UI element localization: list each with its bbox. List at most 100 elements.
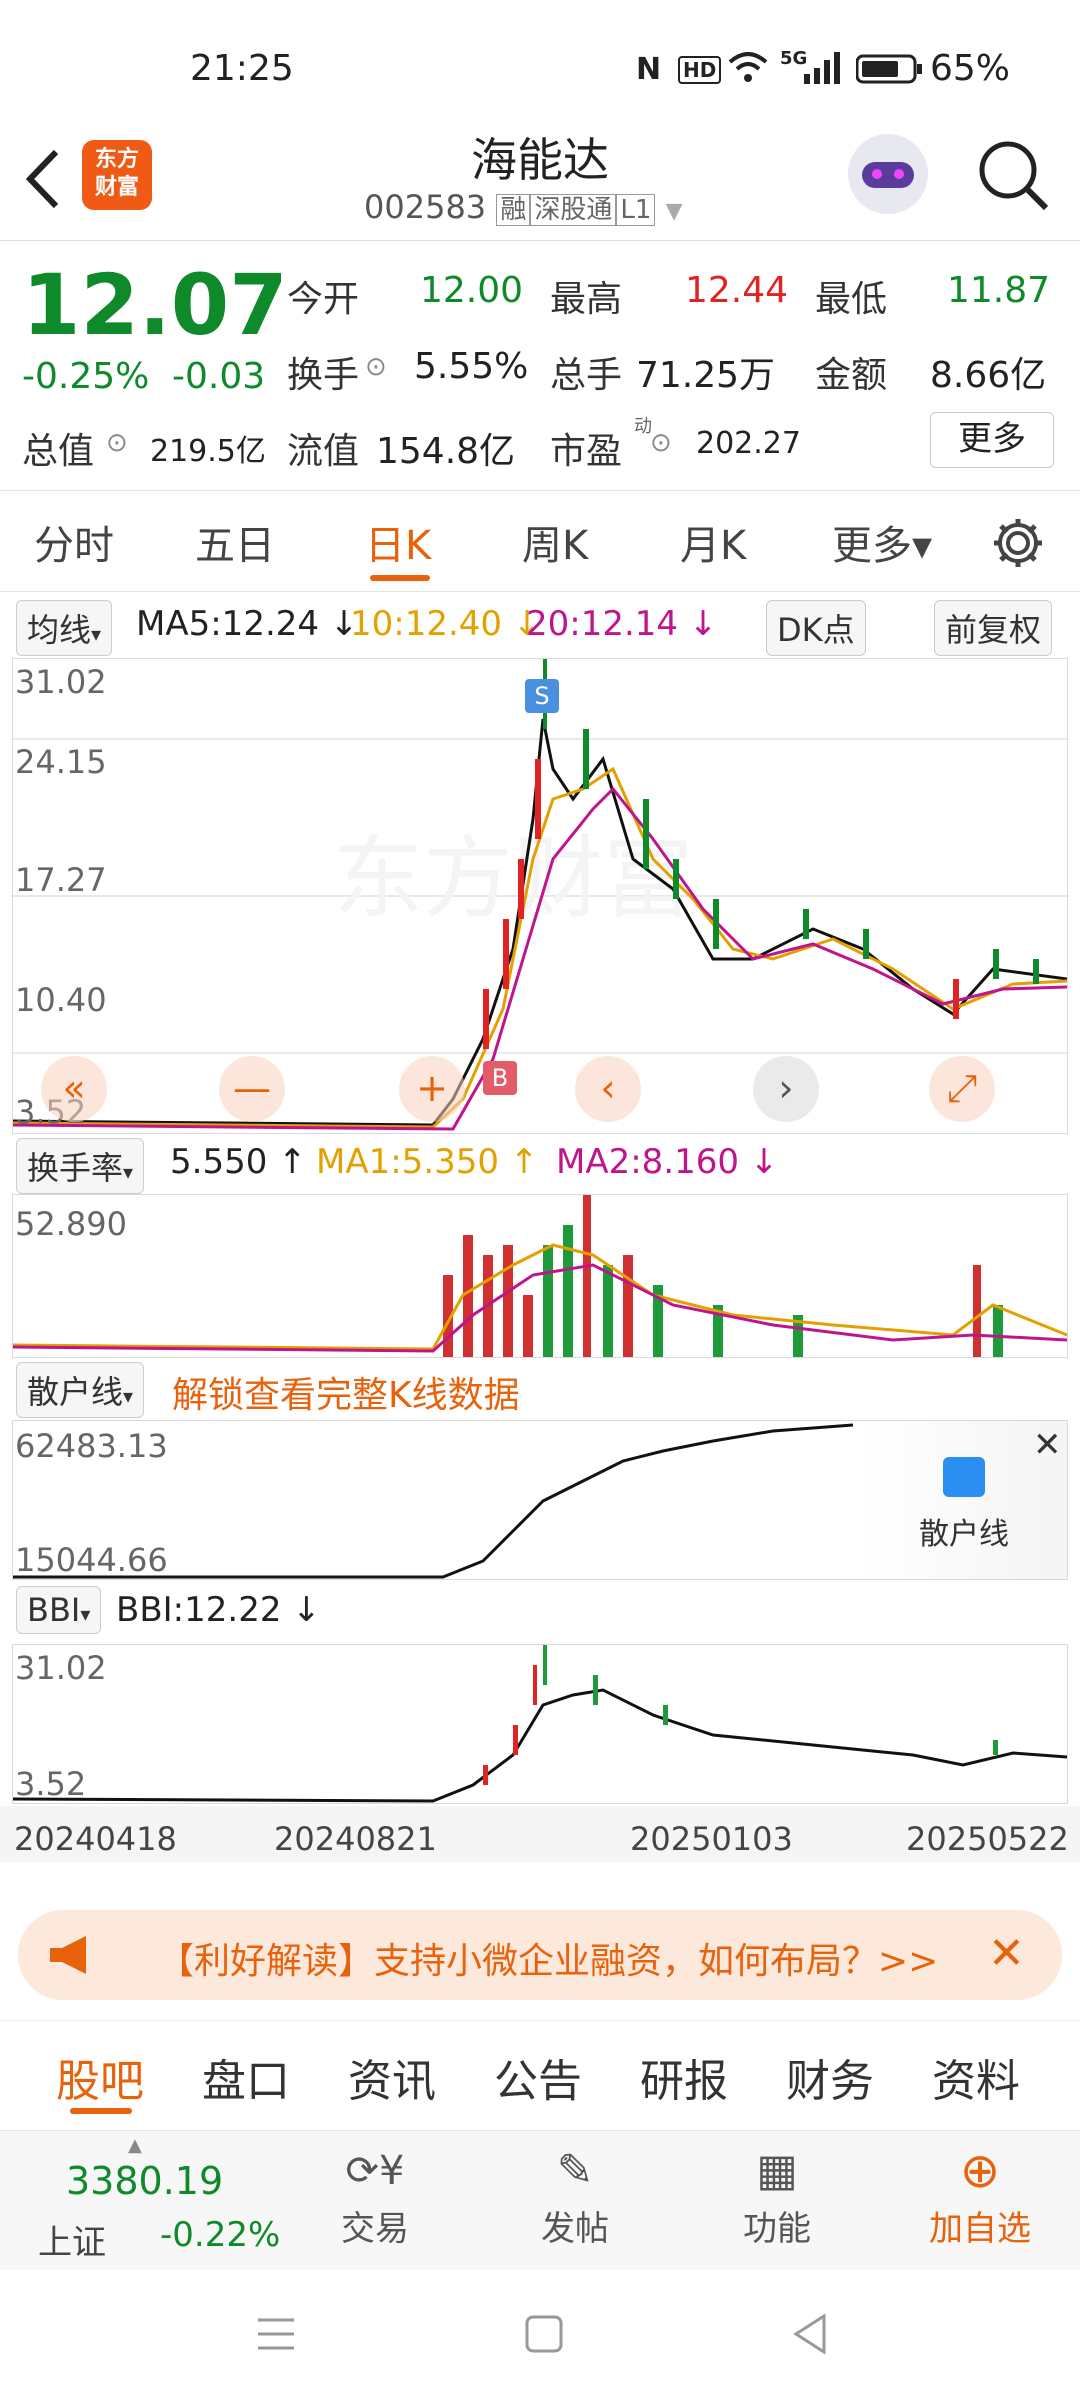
tab-intraday[interactable]: 分时 [34, 513, 114, 571]
current-price: 12.07 [22, 256, 288, 354]
main-kline-chart[interactable]: 东方财富 31.02 24.15 17.27 10.40 3.52 S B « … [12, 658, 1068, 1134]
pe-value: 202.27 [696, 426, 801, 461]
stock-code-row: 002583 融深股通 L1 ▼ [364, 188, 682, 226]
high-label: 最高 [550, 279, 623, 320]
info-icon[interactable]: ⊙ [650, 428, 672, 458]
news-banner[interactable]: 【利好解读】支持小微企业融资，如何布局？>> ✕ [18, 1910, 1062, 2000]
scroll-left-fast-button[interactable]: « [41, 1056, 107, 1122]
scroll-right-button[interactable]: › [753, 1056, 819, 1122]
float-value: 154.8亿 [376, 431, 516, 472]
active-tab-indicator [370, 575, 430, 581]
tab-news[interactable]: 资讯 [348, 2045, 436, 2109]
y-label-4: 10.40 [15, 981, 107, 1019]
bbi-chart[interactable]: 31.02 3.52 [12, 1644, 1068, 1804]
pe-label: 市盈 [550, 431, 623, 472]
nav-functions[interactable]: ▦ 功能 [722, 2141, 832, 2250]
tab-profile[interactable]: 资料 [932, 2045, 1020, 2109]
dk-button[interactable]: DK点 [766, 600, 866, 656]
scroll-left-button[interactable]: ‹ [575, 1056, 641, 1122]
adjust-button[interactable]: 前复权 [934, 600, 1053, 656]
ma-selector[interactable]: 均线▾ [16, 600, 113, 656]
index-name: 上证 [38, 2223, 106, 2263]
unlock-link[interactable]: 解锁查看完整K线数据 [172, 1366, 520, 1418]
tab-pankou[interactable]: 盘口 [202, 2045, 290, 2109]
news-text[interactable]: 【利好解读】支持小微企业融资，如何布局？>> [158, 1932, 938, 1984]
tab-weekly-k[interactable]: 周K [522, 513, 588, 571]
y-label-top: 31.02 [15, 663, 107, 701]
index-value[interactable]: 3380.19 [66, 2159, 223, 2203]
retail-selector[interactable]: 散户线▾ [16, 1362, 145, 1418]
volume-label: 总手 [550, 355, 623, 396]
y-label-2: 24.15 [15, 743, 107, 781]
stock-code: 002583 [364, 188, 487, 226]
search-icon[interactable] [976, 138, 1050, 212]
retail-overlay[interactable]: 散户线 ✕ [861, 1421, 1067, 1579]
tab-five-day[interactable]: 五日 [195, 513, 275, 571]
badge-margin: 融 [496, 194, 531, 226]
dropdown-triangle-icon[interactable]: ▼ [666, 199, 683, 224]
gear-icon[interactable] [990, 515, 1046, 571]
back-triangle-icon[interactable] [790, 2312, 830, 2356]
close-icon[interactable]: ✕ [1033, 1425, 1062, 1465]
home-icon[interactable] [524, 2314, 564, 2354]
open-label: 今开 [287, 279, 360, 320]
info-icon[interactable]: ⊙ [365, 352, 387, 382]
tab-finance[interactable]: 财务 [786, 2045, 874, 2109]
mktcap-label: 总值 [22, 431, 95, 472]
turnover-header: 换手率▾ 5.550 ↑ MA1:5.350 ↑ MA2:8.160 ↓ [0, 1136, 1080, 1194]
zoom-out-button[interactable]: — [219, 1056, 285, 1122]
tab-more[interactable]: 更多▾ [832, 513, 932, 571]
nav-trade[interactable]: ⟳¥ 交易 [320, 2141, 430, 2250]
low-value: 11.87 [947, 270, 1051, 311]
battery-percent: 65% [930, 48, 1011, 89]
badge-level: L1 [616, 194, 656, 226]
nav-post[interactable]: ✎ 发帖 [520, 2141, 630, 2250]
date-label-3: 20250103 [630, 1820, 793, 1858]
sell-marker[interactable]: S [525, 679, 559, 713]
robot-avatar-icon[interactable] [848, 134, 928, 214]
turnover-selector[interactable]: 换手率▾ [16, 1138, 145, 1194]
ma5-value: MA5:12.24 ↓ [136, 604, 359, 644]
retail-chart[interactable]: 62483.13 15044.66 散户线 ✕ [12, 1420, 1068, 1580]
expand-up-icon[interactable]: ▲ [128, 2135, 142, 2156]
nav-add-watchlist[interactable]: ⊕ 加自选 [910, 2141, 1050, 2250]
megaphone-icon [50, 1936, 86, 1974]
menu-icon[interactable] [256, 2314, 296, 2354]
mktcap-value: 219.5亿 [150, 434, 266, 469]
tab-guba[interactable]: 股吧 [56, 2045, 144, 2109]
kline-svg: 东方财富 [13, 659, 1067, 1131]
low-label: 最低 [815, 279, 888, 320]
bottom-tab-indicator [70, 2108, 132, 2114]
date-axis: 20240418 20240821 20250103 20250522 [0, 1806, 1080, 1862]
turnover-indicator-value: 5.550 ↑ [170, 1142, 307, 1182]
status-time: 21:25 [190, 48, 294, 89]
fullscreen-button[interactable]: ⤢ [929, 1056, 995, 1122]
bbi-header: BBI▾ BBI:12.22 ↓ [0, 1584, 1080, 1640]
turnover-y-top: 52.890 [15, 1205, 127, 1243]
info-icon[interactable]: ⊙ [106, 428, 128, 458]
turnover-chart[interactable]: 52.890 [12, 1194, 1068, 1358]
yen-exchange-icon: ⟳¥ [345, 2148, 405, 2194]
tab-monthly-k[interactable]: 月K [680, 513, 746, 571]
retail-y-bottom: 15044.66 [15, 1541, 168, 1579]
zoom-in-button[interactable]: + [399, 1056, 465, 1122]
tab-research[interactable]: 研报 [640, 2045, 728, 2109]
turnover-ma1: MA1:5.350 ↑ [316, 1142, 539, 1182]
more-button[interactable]: 更多 [930, 412, 1054, 468]
add-circle-icon: ⊕ [959, 2143, 1001, 2199]
float-label: 流值 [287, 431, 360, 472]
index-change: -0.22% [160, 2215, 281, 2255]
buy-marker[interactable]: B [483, 1061, 517, 1095]
bbi-value: BBI:12.22 ↓ [116, 1590, 321, 1630]
amount-value: 8.66亿 [930, 355, 1047, 396]
tab-announcements[interactable]: 公告 [494, 2045, 582, 2109]
bbi-selector[interactable]: BBI▾ [16, 1586, 102, 1634]
tab-daily-k[interactable]: 日K [365, 513, 431, 571]
close-icon[interactable]: ✕ [988, 1928, 1025, 1979]
date-label-4: 20250522 [906, 1820, 1069, 1858]
bottom-nav: ▲ 3380.19 上证 -0.22% ⟳¥ 交易 ✎ 发帖 ▦ 功能 ⊕ 加自… [0, 2130, 1080, 2271]
open-value: 12.00 [420, 270, 524, 311]
wifi-icon [728, 52, 768, 82]
turnover-ma2: MA2:8.160 ↓ [556, 1142, 779, 1182]
nfc-icon: N [636, 52, 662, 87]
